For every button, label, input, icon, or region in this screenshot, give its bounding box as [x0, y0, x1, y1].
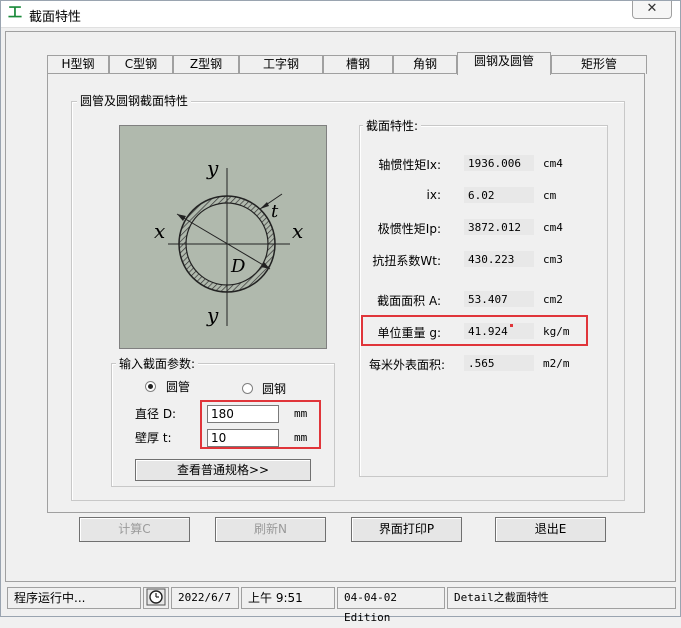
prop-value-radius: 6.02	[463, 186, 535, 204]
diameter-label: 直径 D:	[135, 407, 177, 421]
print-button[interactable]: 界面打印P	[351, 517, 462, 542]
status-message: 程序运行中...	[7, 587, 141, 609]
prop-unit-surface: m2/m	[543, 357, 570, 370]
dialog-window: 工 截面特性 ✕ H型钢 C型钢 Z型钢 工字钢 槽钢 角钢 圆钢及圆管 矩形管…	[0, 0, 681, 624]
view-spec-button[interactable]: 查看普通规格>>	[135, 459, 311, 481]
input-highlight-box	[200, 400, 321, 449]
tab-c-steel[interactable]: C型钢	[109, 55, 173, 74]
refresh-button[interactable]: 刷新N	[215, 517, 326, 542]
status-info: Detail之截面特性	[447, 587, 676, 609]
y-bottom-label: y	[206, 303, 219, 327]
tab-round-pipe[interactable]: 圆钢及圆管	[457, 52, 551, 75]
x-left-label: x	[154, 219, 165, 243]
calculate-button[interactable]: 计算C	[79, 517, 190, 542]
tab-rect-pipe[interactable]: 矩形管	[551, 55, 647, 74]
properties-group-title: 截面特性:	[363, 117, 422, 134]
thickness-label: 壁厚 t:	[135, 431, 172, 445]
status-date: 2022/6/7	[171, 587, 239, 609]
radio-bar-label[interactable]: 圆钢	[262, 380, 286, 397]
prop-label-area: 截面面积 A:	[377, 294, 441, 308]
radio-bar[interactable]	[242, 383, 253, 394]
thickness-arrow	[260, 202, 269, 209]
prop-unit-area: cm2	[543, 293, 563, 306]
tab-z-steel[interactable]: Z型钢	[173, 55, 239, 74]
prop-label-surface: 每米外表面积:	[368, 358, 445, 372]
tab-i-beam[interactable]: 工字钢	[239, 55, 323, 74]
radio-pipe-label[interactable]: 圆管	[166, 378, 190, 395]
prop-label-ix: 轴惯性矩Ix:	[378, 158, 441, 172]
app-icon: 工	[8, 5, 22, 21]
close-button[interactable]: ✕	[632, 1, 672, 19]
status-edition: 04-04-02 Edition	[337, 587, 445, 624]
exit-button[interactable]: 退出E	[495, 517, 606, 542]
prop-value-surface: .565	[463, 354, 535, 372]
prop-value-ix: 1936.006	[463, 154, 535, 172]
prop-label-radius: ix:	[426, 188, 441, 202]
prop-label-wt: 抗扭系数Wt:	[372, 254, 441, 268]
d-label: D	[230, 256, 246, 277]
section-group-title: 圆管及圆钢截面特性	[77, 92, 192, 109]
title-bar[interactable]: 工 截面特性 ✕	[1, 1, 680, 28]
weight-highlight-box	[361, 315, 588, 346]
prop-unit-radius: cm	[543, 189, 557, 202]
prop-unit-ix: cm4	[543, 157, 563, 170]
tab-channel[interactable]: 槽钢	[323, 55, 393, 74]
input-group-title: 输入截面参数:	[116, 355, 199, 372]
y-top-label: y	[206, 156, 219, 180]
status-time: 上午 9:51	[241, 587, 335, 609]
tab-h-steel[interactable]: H型钢	[47, 55, 109, 74]
prop-value-area: 53.407	[463, 290, 535, 308]
section-figure: y y x x t D	[119, 125, 327, 349]
x-right-label: x	[292, 219, 303, 243]
tab-angle[interactable]: 角钢	[393, 55, 457, 74]
clock-icon-cell	[143, 587, 169, 609]
t-label: t	[271, 201, 279, 222]
clock-icon	[146, 588, 166, 606]
prop-unit-wt: cm3	[543, 253, 563, 266]
prop-value-wt: 430.223	[463, 250, 535, 268]
prop-label-ip: 极惯性矩Ip:	[377, 222, 441, 236]
window-title: 截面特性	[29, 10, 82, 25]
prop-value-ip: 3872.012	[463, 218, 535, 236]
pipe-section-diagram: y y x x t D	[154, 156, 303, 327]
radio-pipe[interactable]	[145, 381, 156, 392]
prop-unit-ip: cm4	[543, 221, 563, 234]
